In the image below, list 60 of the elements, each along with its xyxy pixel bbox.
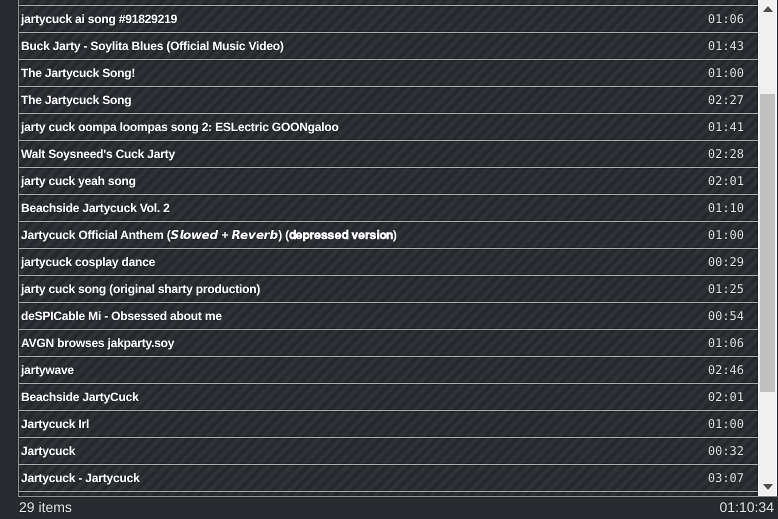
song-duration: 01:25 (708, 282, 744, 296)
playlist-item[interactable]: Buck Jarty - Soylita Blues (Official Music Video) 01:43 (19, 33, 758, 60)
song-title: jarty cuck yeah song (21, 174, 136, 188)
playlist-item[interactable]: Jartycuck Irl 01:00 (19, 411, 758, 438)
song-duration: 00:32 (708, 444, 744, 458)
playlist-item[interactable]: jarty cuck oompa loompas song 2: ESLectric GOONgaloo 01:41 (19, 114, 758, 141)
playlist-item[interactable]: AVGN browses jakparty.soy 01:06 (19, 330, 758, 357)
playlist-item[interactable]: Jartycuck 00:32 (19, 438, 758, 465)
song-duration: 01:43 (708, 39, 744, 53)
song-title: Buck Jarty - Soylita Blues (Official Music Video) (21, 39, 284, 53)
playlist-item[interactable]: Beachside Jartycuck Vol. 2 01:10 (19, 195, 758, 222)
scrollbar[interactable] (758, 0, 777, 496)
song-duration: 02:28 (708, 147, 744, 161)
song-duration: 01:06 (708, 336, 744, 350)
song-title: jartycuck cosplay dance (21, 255, 156, 269)
song-title: Jartycuck Official Anthem (𝙎𝙡𝙤𝙬𝙚𝙙 + 𝙍𝙚𝙫𝙚𝙧𝙗) (𝐝𝐞𝐩𝐫𝐞𝐬𝐬𝐞𝐝 𝐯𝐞𝐫𝐬𝐢𝐨𝐧) (21, 228, 397, 242)
playlist-item[interactable]: jarty cuck yeah song 02:01 (19, 168, 758, 195)
song-title: Beachside JartyCuck (21, 390, 139, 404)
song-title: AVGN browses jakparty.soy (21, 336, 174, 350)
song-duration: 02:01 (708, 174, 744, 188)
song-title: Jartycuck - Jartycuck (21, 471, 140, 485)
playlist-item[interactable]: jartycuck cosplay dance 00:29 (19, 249, 758, 276)
song-duration: 01:41 (708, 120, 744, 134)
song-title: The Jartycuck Song (21, 93, 132, 107)
playlist-item[interactable]: jartycuck ai song #91829219 01:06 (19, 6, 758, 33)
item-count: 29 items (19, 499, 72, 516)
song-title: jartycuck ai song #91829219 (21, 12, 178, 26)
scroll-down-icon[interactable] (762, 484, 772, 490)
playlist-item[interactable]: Walt Soysneed's Cuck Jarty 02:28 (19, 141, 758, 168)
song-title: deSPICable Mi - Obsessed about me (21, 309, 222, 323)
song-title: The Jartycuck Song! (21, 66, 136, 80)
playlist-item[interactable]: jartywave 02:46 (19, 357, 758, 384)
song-title: jarty cuck oompa loompas song 2: ESLectric GOONgaloo (21, 120, 339, 134)
playlist-item[interactable]: The Jartycuck Song 02:27 (19, 87, 758, 114)
scroll-up-icon[interactable] (762, 6, 772, 12)
playlist-item[interactable]: Jartycuck Official Anthem (𝙎𝙡𝙤𝙬𝙚𝙙 + 𝙍𝙚𝙫𝙚𝙧𝙗) (𝐝𝐞𝐩𝐫𝐞𝐬𝐬𝐞𝐝 𝐯𝐞𝐫𝐬𝐢𝐨𝐧) 01:00 (19, 222, 758, 249)
song-duration: 01:00 (708, 228, 744, 242)
song-duration: 03:07 (708, 471, 744, 485)
song-duration: 01:00 (708, 417, 744, 431)
song-duration: 01:00 (708, 66, 744, 80)
song-title: jartywave (21, 363, 74, 377)
song-duration: 02:46 (708, 363, 744, 377)
song-title: Jartycuck Irl (21, 417, 90, 431)
song-title: jarty cuck song (original sharty production) (21, 282, 260, 296)
total-duration: 01:10:34 (720, 499, 774, 516)
song-duration: 02:27 (708, 93, 744, 107)
song-title: Beachside Jartycuck Vol. 2 (21, 201, 170, 215)
song-duration: 02:01 (708, 390, 744, 404)
playlist-item[interactable]: Jartycuck - Jartycuck 03:07 (19, 465, 758, 492)
song-title: Walt Soysneed's Cuck Jarty (21, 147, 175, 161)
playlist-item[interactable]: jarty cuck song (original sharty production) 01:25 (19, 276, 758, 303)
song-duration: 01:10 (708, 201, 744, 215)
playlist-item[interactable]: deSPICable Mi - Obsessed about me 00:54 (19, 303, 758, 330)
song-duration: 00:29 (708, 255, 744, 269)
song-title: Jartycuck (21, 444, 76, 458)
song-duration: 00:54 (708, 309, 744, 323)
playlist-item[interactable]: The Jartycuck Song! 01:00 (19, 60, 758, 87)
scrollbar-thumb[interactable] (760, 94, 775, 392)
playlist-item[interactable]: Beachside JartyCuck 02:01 (19, 384, 758, 411)
song-duration: 01:06 (708, 12, 744, 26)
